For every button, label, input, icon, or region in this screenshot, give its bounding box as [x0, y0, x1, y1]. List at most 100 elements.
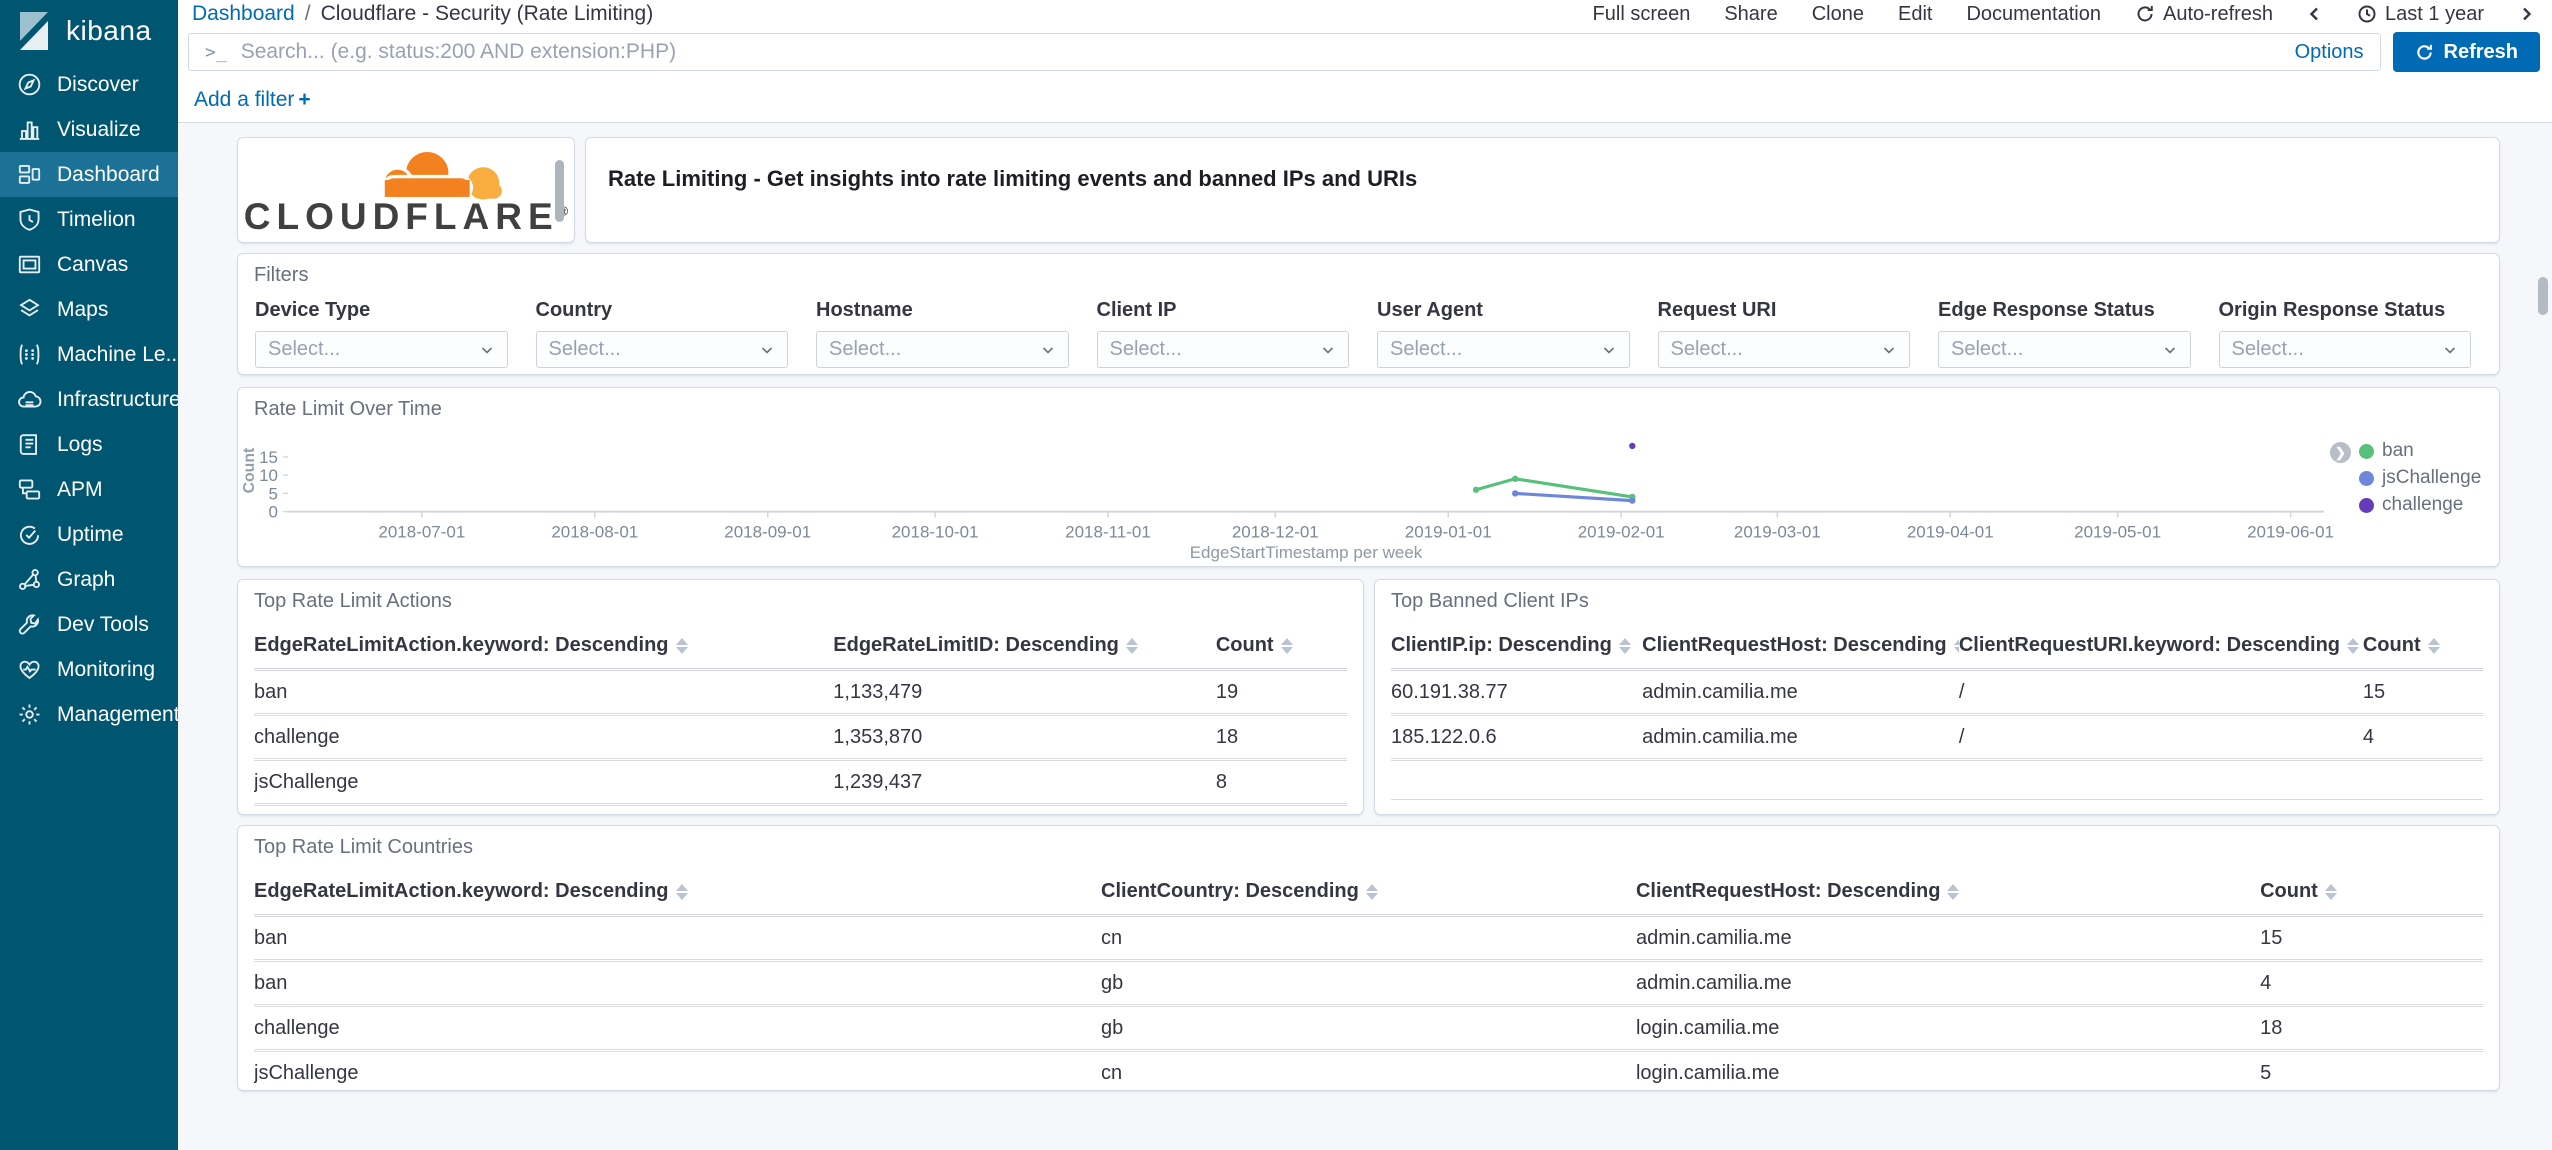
- filter-bar: Add a filter +: [178, 77, 2552, 123]
- shield-clock-icon: [19, 208, 40, 231]
- svg-text:0: 0: [269, 503, 278, 522]
- sidebar-item-graph[interactable]: Graph: [0, 557, 178, 602]
- column-header[interactable]: ClientIP.ip: Descending: [1391, 621, 1643, 671]
- picture-frame-icon: [18, 255, 41, 274]
- empty-row: [254, 804, 1347, 814]
- filter-field-country: Country Select...: [535, 299, 788, 368]
- time-back-chevron-icon[interactable]: [2307, 6, 2323, 22]
- query-options-link[interactable]: Options: [2295, 41, 2364, 64]
- legend-item-challenge[interactable]: challenge: [2359, 494, 2481, 516]
- sidebar-item-canvas[interactable]: Canvas: [0, 242, 178, 287]
- table-row[interactable]: challenge 1,353,870 18: [254, 714, 1347, 761]
- filter-select-edge-response-status[interactable]: Select...: [1938, 331, 2191, 368]
- filter-select-country[interactable]: Select...: [535, 331, 788, 368]
- time-range-picker[interactable]: Last 1 year: [2357, 3, 2484, 26]
- cloudflare-wordmark: CLOUDFLARE®: [243, 195, 568, 237]
- query-bar: >_ Search... (e.g. status:200 AND extens…: [178, 28, 2552, 77]
- sidebar-item-logs[interactable]: Logs: [0, 422, 178, 467]
- column-header[interactable]: EdgeRateLimitAction.keyword: Descending: [254, 621, 834, 671]
- panel-title: Top Rate Limit Countries: [254, 836, 473, 858]
- svg-text:2019-03-01: 2019-03-01: [1734, 522, 1821, 541]
- sidebar-item-machine-le[interactable]: Machine Le...: [0, 332, 178, 377]
- refresh-button[interactable]: Refresh: [2392, 32, 2540, 72]
- table-row[interactable]: 60.191.38.77 admin.camilia.me/15: [1391, 669, 2483, 716]
- search-input[interactable]: >_ Search... (e.g. status:200 AND extens…: [188, 33, 2381, 71]
- sidebar-item-infrastructure[interactable]: Infrastructure: [0, 377, 178, 422]
- filter-select-origin-response-status[interactable]: Select...: [2218, 331, 2471, 368]
- filter-select-device-type[interactable]: Select...: [255, 331, 508, 368]
- dashboard-description: Rate Limiting - Get insights into rate l…: [608, 166, 1418, 191]
- legend-item-jsChallenge[interactable]: jsChallenge: [2359, 467, 2481, 489]
- filter-select-user-agent[interactable]: Select...: [1377, 331, 1630, 368]
- cloudflare-cloud-icon: [381, 148, 502, 200]
- table-row[interactable]: ban gb admin.camilia.me 4: [254, 960, 2483, 1007]
- legend-item-ban[interactable]: ban: [2359, 440, 2481, 462]
- filters-panel: Filters Device Type Select... Country Selec…: [237, 253, 2500, 375]
- svg-text:15: 15: [259, 448, 278, 467]
- sidebar-item-dev-tools[interactable]: Dev Tools: [0, 602, 178, 647]
- column-header[interactable]: EdgeRateLimitID: Descending: [833, 621, 1216, 671]
- layers-icon: [19, 298, 40, 317]
- chevron-down-icon: [481, 346, 492, 354]
- legend-color-dot: [2359, 470, 2374, 486]
- column-header[interactable]: ClientRequestURI.keyword: Descending: [1958, 621, 2363, 671]
- add-filter-link[interactable]: Add a filter +: [194, 88, 311, 112]
- column-header[interactable]: Count: [2362, 621, 2483, 671]
- column-header[interactable]: ClientRequestHost: Descending: [1642, 621, 1959, 671]
- menu-item-documentation[interactable]: Documentation: [1966, 3, 2101, 26]
- ml-dots-icon: [19, 344, 40, 365]
- plus-icon: +: [298, 87, 311, 111]
- column-header[interactable]: Count: [2260, 867, 2483, 917]
- column-header[interactable]: ClientCountry: Descending: [1101, 867, 1636, 917]
- table-row[interactable]: ban cn admin.camilia.me 15: [254, 915, 2483, 962]
- menu-item-share[interactable]: Share: [1724, 3, 1777, 26]
- panel-scrollbar[interactable]: [555, 160, 564, 222]
- sidebar-item-maps[interactable]: Maps: [0, 287, 178, 332]
- panel-title: Top Banned Client IPs: [1391, 590, 1589, 612]
- legend-toggle-icon[interactable]: ❯: [2330, 442, 2351, 463]
- column-header[interactable]: Count: [1215, 621, 1347, 671]
- sidebar-item-management[interactable]: Management: [0, 692, 178, 737]
- svg-text:2018-08-01: 2018-08-01: [551, 522, 638, 541]
- sidebar-item-timelion[interactable]: Timelion: [0, 197, 178, 242]
- menu-item-full-screen[interactable]: Full screen: [1593, 3, 1691, 26]
- table-row[interactable]: jsChallenge 1,239,437 8: [254, 759, 1347, 806]
- sidebar-item-visualize[interactable]: Visualize: [0, 107, 178, 152]
- breadcrumb-dashboard-link[interactable]: Dashboard: [192, 2, 295, 26]
- column-header[interactable]: EdgeRateLimitAction.keyword: Descending: [254, 867, 1102, 917]
- page-scrollbar[interactable]: [2538, 277, 2548, 315]
- filter-select-client-ip[interactable]: Select...: [1096, 331, 1349, 368]
- kibana-logo[interactable]: kibana: [0, 0, 178, 62]
- column-header[interactable]: ClientRequestHost: Descending: [1635, 867, 2261, 917]
- sidebar-item-discover[interactable]: Discover: [0, 62, 178, 107]
- filter-field-device-type: Device Type Select...: [255, 299, 508, 368]
- rate-limit-over-time-panel: Rate Limit Over Time 2018-07-01 2018-08-0…: [237, 387, 2500, 567]
- time-forward-chevron-icon[interactable]: [2518, 6, 2534, 22]
- chevron-down-icon: [1322, 346, 1334, 354]
- menu-item-edit[interactable]: Edit: [1898, 3, 1932, 26]
- menu-item-clone[interactable]: Clone: [1812, 3, 1864, 26]
- chevron-down-icon: [1042, 346, 1053, 354]
- table-row[interactable]: challenge gb login.camilia.me 18: [254, 1005, 2483, 1052]
- compass-icon: [18, 73, 41, 96]
- table-row[interactable]: ban 1,133,479 19: [254, 669, 1347, 716]
- sidebar-item-monitoring[interactable]: Monitoring: [0, 647, 178, 692]
- filter-select-hostname[interactable]: Select...: [816, 331, 1069, 368]
- sort-icon: [2427, 637, 2440, 654]
- sidebar-item-dashboard[interactable]: Dashboard: [0, 152, 178, 197]
- auto-refresh-button[interactable]: Auto-refresh: [2135, 3, 2273, 26]
- filter-select-request-uri[interactable]: Select...: [1657, 331, 1910, 368]
- filter-field-origin-response-status: Origin Response Status Select...: [2218, 299, 2471, 368]
- svg-text:EdgeStartTimestamp per week: EdgeStartTimestamp per week: [1190, 543, 1423, 562]
- sidebar-item-uptime[interactable]: Uptime: [0, 512, 178, 557]
- sort-icon: [2347, 637, 2360, 654]
- svg-text:2018-11-01: 2018-11-01: [1065, 522, 1151, 541]
- sidebar-item-apm[interactable]: APM: [0, 467, 178, 512]
- sort-icon: [1618, 637, 1631, 654]
- svg-text:2018-12-01: 2018-12-01: [1232, 522, 1319, 541]
- top-banned-client-ips-panel: Top Banned Client IPs ClientIP.ip: Desce…: [1374, 579, 2500, 815]
- filter-controls: Device Type Select... Country Select... Host…: [238, 287, 2499, 368]
- rate-limit-chart: 2018-07-01 2018-08-01 2018-09-01 2018-10-01…: [241, 442, 2334, 562]
- table-row[interactable]: jsChallenge cn login.camilia.me 5: [254, 1050, 2483, 1090]
- table-row[interactable]: 185.122.0.6 admin.camilia.me/4: [1391, 714, 2483, 761]
